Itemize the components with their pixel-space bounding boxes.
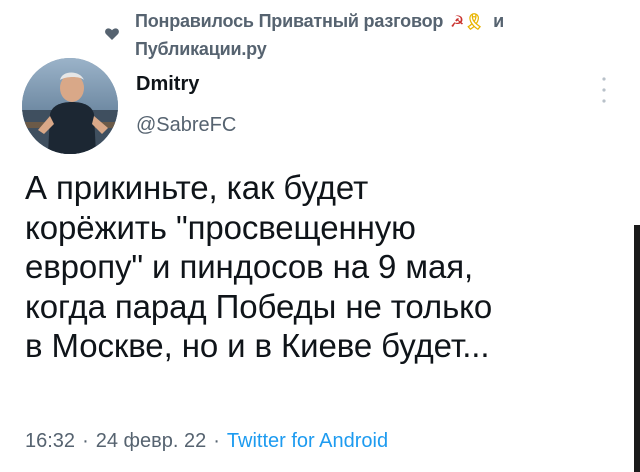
tweet-source-link[interactable]: Twitter for Android	[227, 430, 388, 452]
heart-icon	[105, 28, 119, 40]
avatar-photo	[22, 58, 118, 154]
social-context[interactable]: Понравилось Приватный разговор ☭🎗 и Публ…	[135, 8, 615, 62]
meta-separator: ·	[82, 430, 89, 452]
user-handle[interactable]: @SabreFC	[136, 114, 236, 137]
tweet-meta: 16:32 · 24 февр. 22 · Twitter for Android	[25, 430, 388, 453]
tweet-date[interactable]: 24 февр. 22	[96, 430, 207, 452]
scrollbar-edge	[634, 225, 640, 472]
ribbon-emoji: 🎗	[464, 14, 485, 31]
tweet-time[interactable]: 16:32	[25, 430, 75, 452]
social-context-line2: Публикации.ру	[135, 39, 267, 59]
meta-separator: ·	[213, 430, 220, 452]
more-options-icon[interactable]	[601, 75, 607, 105]
display-name[interactable]: Dmitry	[136, 73, 199, 96]
avatar[interactable]	[22, 58, 118, 154]
tweet-text: А прикиньте, как будет корёжить "просвещ…	[25, 169, 493, 364]
social-context-prefix: Понравилось Приватный разговор	[135, 11, 444, 31]
hammer-sickle-emoji: ☭	[450, 14, 465, 31]
social-context-suffix: и	[493, 11, 504, 31]
